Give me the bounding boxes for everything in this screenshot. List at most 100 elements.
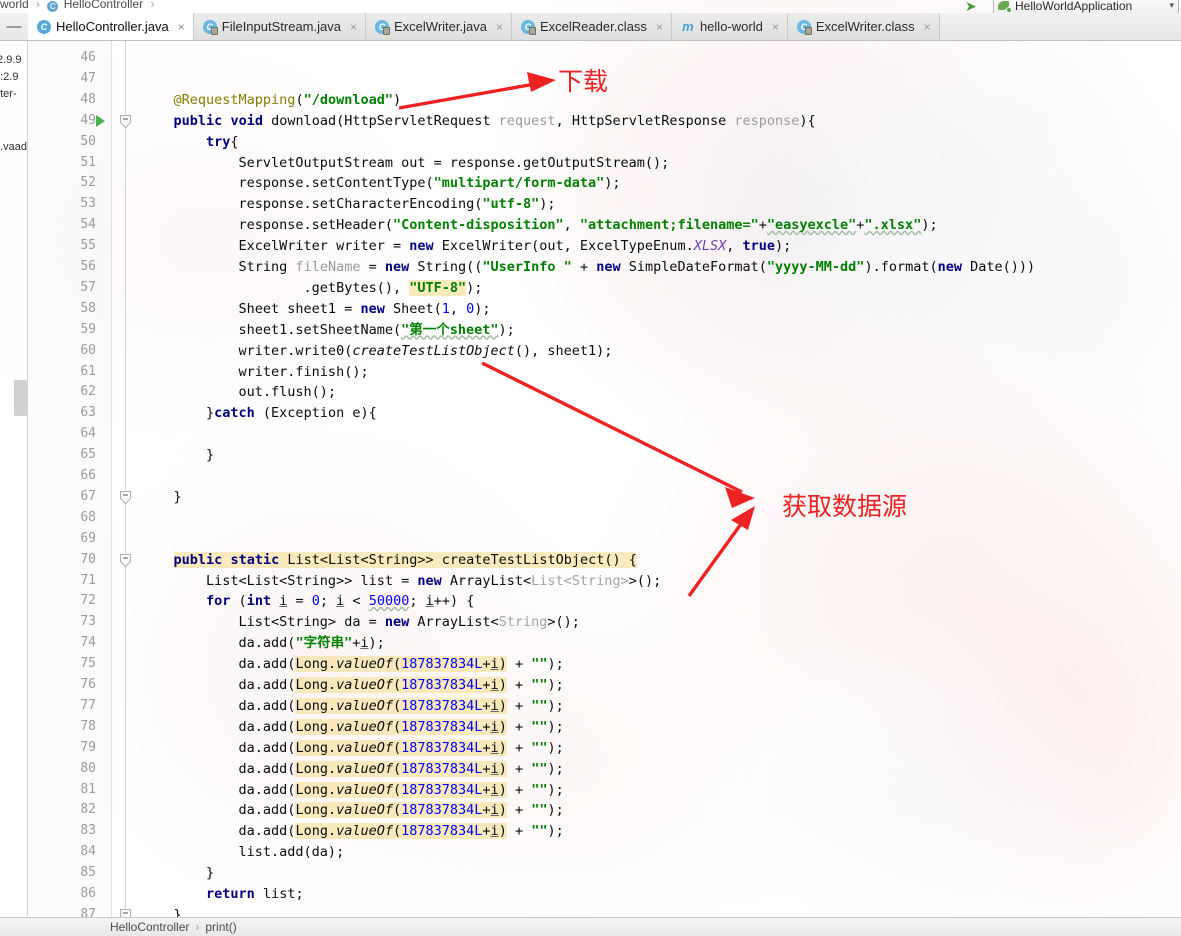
line-number[interactable]: 86 [28,884,96,905]
code-line[interactable]: 65 } [28,445,1181,466]
chevron-down-icon[interactable]: ▾ [1161,0,1174,11]
left-panel-scrollbar-thumb[interactable] [14,380,27,416]
code-line[interactable]: 85 } [28,863,1181,884]
code-line[interactable]: 81 da.add(Long.valueOf(187837834L+i) + "… [28,780,1181,801]
line-number[interactable]: 70 [28,550,96,571]
line-number[interactable]: 64 [28,424,96,445]
code-editor[interactable]: 46 47 48 @RequestMapping("/download") 49 pu… [28,41,1181,917]
code-line[interactable]: 59 sheet1.setSheetName("第一个sheet"); [28,320,1181,341]
line-number[interactable]: 63 [28,403,96,424]
code-line[interactable]: 55 ExcelWriter writer = new ExcelWriter(… [28,236,1181,257]
line-number[interactable]: 76 [28,675,96,696]
code-line[interactable]: 50 try{ [28,132,1181,153]
code-line[interactable]: 54 response.setHeader("Content-dispositi… [28,215,1181,236]
line-number[interactable]: 54 [28,215,96,236]
line-number[interactable]: 72 [28,591,96,612]
code-line[interactable]: 80 da.add(Long.valueOf(187837834L+i) + "… [28,759,1181,780]
collapse-tabs-button[interactable]: — [0,13,28,40]
code-line[interactable]: 52 response.setContentType("multipart/fo… [28,173,1181,194]
close-icon[interactable]: × [350,20,357,34]
line-number[interactable]: 50 [28,132,96,153]
navigation-breadcrumb[interactable]: world › C HelloController › [0,0,158,12]
editor-tab-excelreader-class[interactable]: C ExcelReader.class × [511,13,672,40]
line-number[interactable]: 47 [28,69,96,90]
line-number[interactable]: 59 [28,320,96,341]
code-line[interactable]: 61 writer.finish(); [28,362,1181,383]
code-line[interactable]: 86 return list; [28,884,1181,905]
run-arrow-icon[interactable]: ➤ [965,0,981,14]
breadcrumb-class[interactable]: HelloController [64,0,143,11]
line-number[interactable]: 83 [28,821,96,842]
code-line[interactable]: 67 } [28,487,1181,508]
code-line[interactable]: 70 public static List<List<String>> crea… [28,550,1181,571]
line-number[interactable]: 51 [28,153,96,174]
code-line[interactable]: 73 List<String> da = new ArrayList<Strin… [28,612,1181,633]
line-number[interactable]: 87 [28,905,96,917]
line-number[interactable]: 80 [28,759,96,780]
line-number[interactable]: 82 [28,800,96,821]
code-line[interactable]: 77 da.add(Long.valueOf(187837834L+i) + "… [28,696,1181,717]
code-line[interactable]: 79 da.add(Long.valueOf(187837834L+i) + "… [28,738,1181,759]
line-number[interactable]: 65 [28,445,96,466]
line-number[interactable]: 67 [28,487,96,508]
line-number[interactable]: 69 [28,529,96,550]
run-gutter-icon[interactable] [96,114,105,127]
code-line[interactable]: 78 da.add(Long.valueOf(187837834L+i) + "… [28,717,1181,738]
editor-tab-excelwriter-class[interactable]: C ExcelWriter.class × [787,13,940,40]
code-line[interactable]: 53 response.setCharacterEncoding("utf-8"… [28,194,1181,215]
code-line[interactable]: 68 [28,508,1181,529]
line-number[interactable]: 53 [28,194,96,215]
line-number[interactable]: 85 [28,863,96,884]
line-number[interactable]: 57 [28,278,96,299]
code-line[interactable]: 82 da.add(Long.valueOf(187837834L+i) + "… [28,800,1181,821]
line-number[interactable]: 77 [28,696,96,717]
line-number[interactable]: 78 [28,717,96,738]
close-icon[interactable]: × [924,20,931,34]
line-number[interactable]: 75 [28,654,96,675]
line-number[interactable]: 73 [28,612,96,633]
code-line[interactable]: 74 da.add("字符串"+i); [28,633,1181,654]
editor-tab-hello-world[interactable]: m hello-world × [671,13,788,40]
line-number[interactable]: 81 [28,780,96,801]
line-number[interactable]: 68 [28,508,96,529]
code-line[interactable]: 69 [28,529,1181,550]
breadcrumb-module[interactable]: world [0,0,29,11]
editor-tab-bar[interactable]: — C HelloController.java × C FileInputStream… [0,13,1181,41]
line-number[interactable]: 62 [28,382,96,403]
line-number[interactable]: 71 [28,571,96,592]
line-number[interactable]: 84 [28,842,96,863]
line-number[interactable]: 46 [28,48,96,69]
code-line[interactable]: 56 String fileName = new String(("UserIn… [28,257,1181,278]
code-line[interactable]: 71 List<List<String>> list = new ArrayLi… [28,571,1181,592]
code-line[interactable]: 76 da.add(Long.valueOf(187837834L+i) + "… [28,675,1181,696]
line-number[interactable]: 55 [28,236,96,257]
code-line[interactable]: 51 ServletOutputStream out = response.ge… [28,153,1181,174]
code-line[interactable]: 87 } [28,905,1181,917]
code-line[interactable]: 47 [28,69,1181,90]
line-number[interactable]: 79 [28,738,96,759]
code-line[interactable]: 66 [28,466,1181,487]
line-number[interactable]: 56 [28,257,96,278]
code-line[interactable]: 46 [28,48,1181,69]
code-line[interactable]: 60 writer.write0(createTestListObject(),… [28,341,1181,362]
editor-tab-fileinputstream-java[interactable]: C FileInputStream.java × [193,13,366,40]
close-icon[interactable]: × [178,20,185,34]
line-number[interactable]: 60 [28,341,96,362]
code-line[interactable]: 72 for (int i = 0; i < 50000; i++) { [28,591,1181,612]
code-line[interactable]: 49 public void download(HttpServletReque… [28,111,1181,132]
code-line[interactable]: 63 }catch (Exception e){ [28,403,1181,424]
close-icon[interactable]: × [772,20,779,34]
code-line[interactable]: 84 list.add(da); [28,842,1181,863]
editor-breadcrumb-bar[interactable]: HelloController › print() [0,917,1181,936]
code-line[interactable]: 48 @RequestMapping("/download") [28,90,1181,111]
close-icon[interactable]: × [656,20,663,34]
breadcrumb-status-class[interactable]: HelloController [110,920,189,934]
code-line[interactable]: 83 da.add(Long.valueOf(187837834L+i) + "… [28,821,1181,842]
close-icon[interactable]: × [496,20,503,34]
code-line[interactable]: 62 out.flush(); [28,382,1181,403]
code-line[interactable]: 58 Sheet sheet1 = new Sheet(1, 0); [28,299,1181,320]
code-line[interactable]: 57 .getBytes(), "UTF-8"); [28,278,1181,299]
line-number[interactable]: 61 [28,362,96,383]
editor-tab-hellocontroller-java[interactable]: C HelloController.java × [28,13,194,40]
line-number[interactable]: 48 [28,90,96,111]
